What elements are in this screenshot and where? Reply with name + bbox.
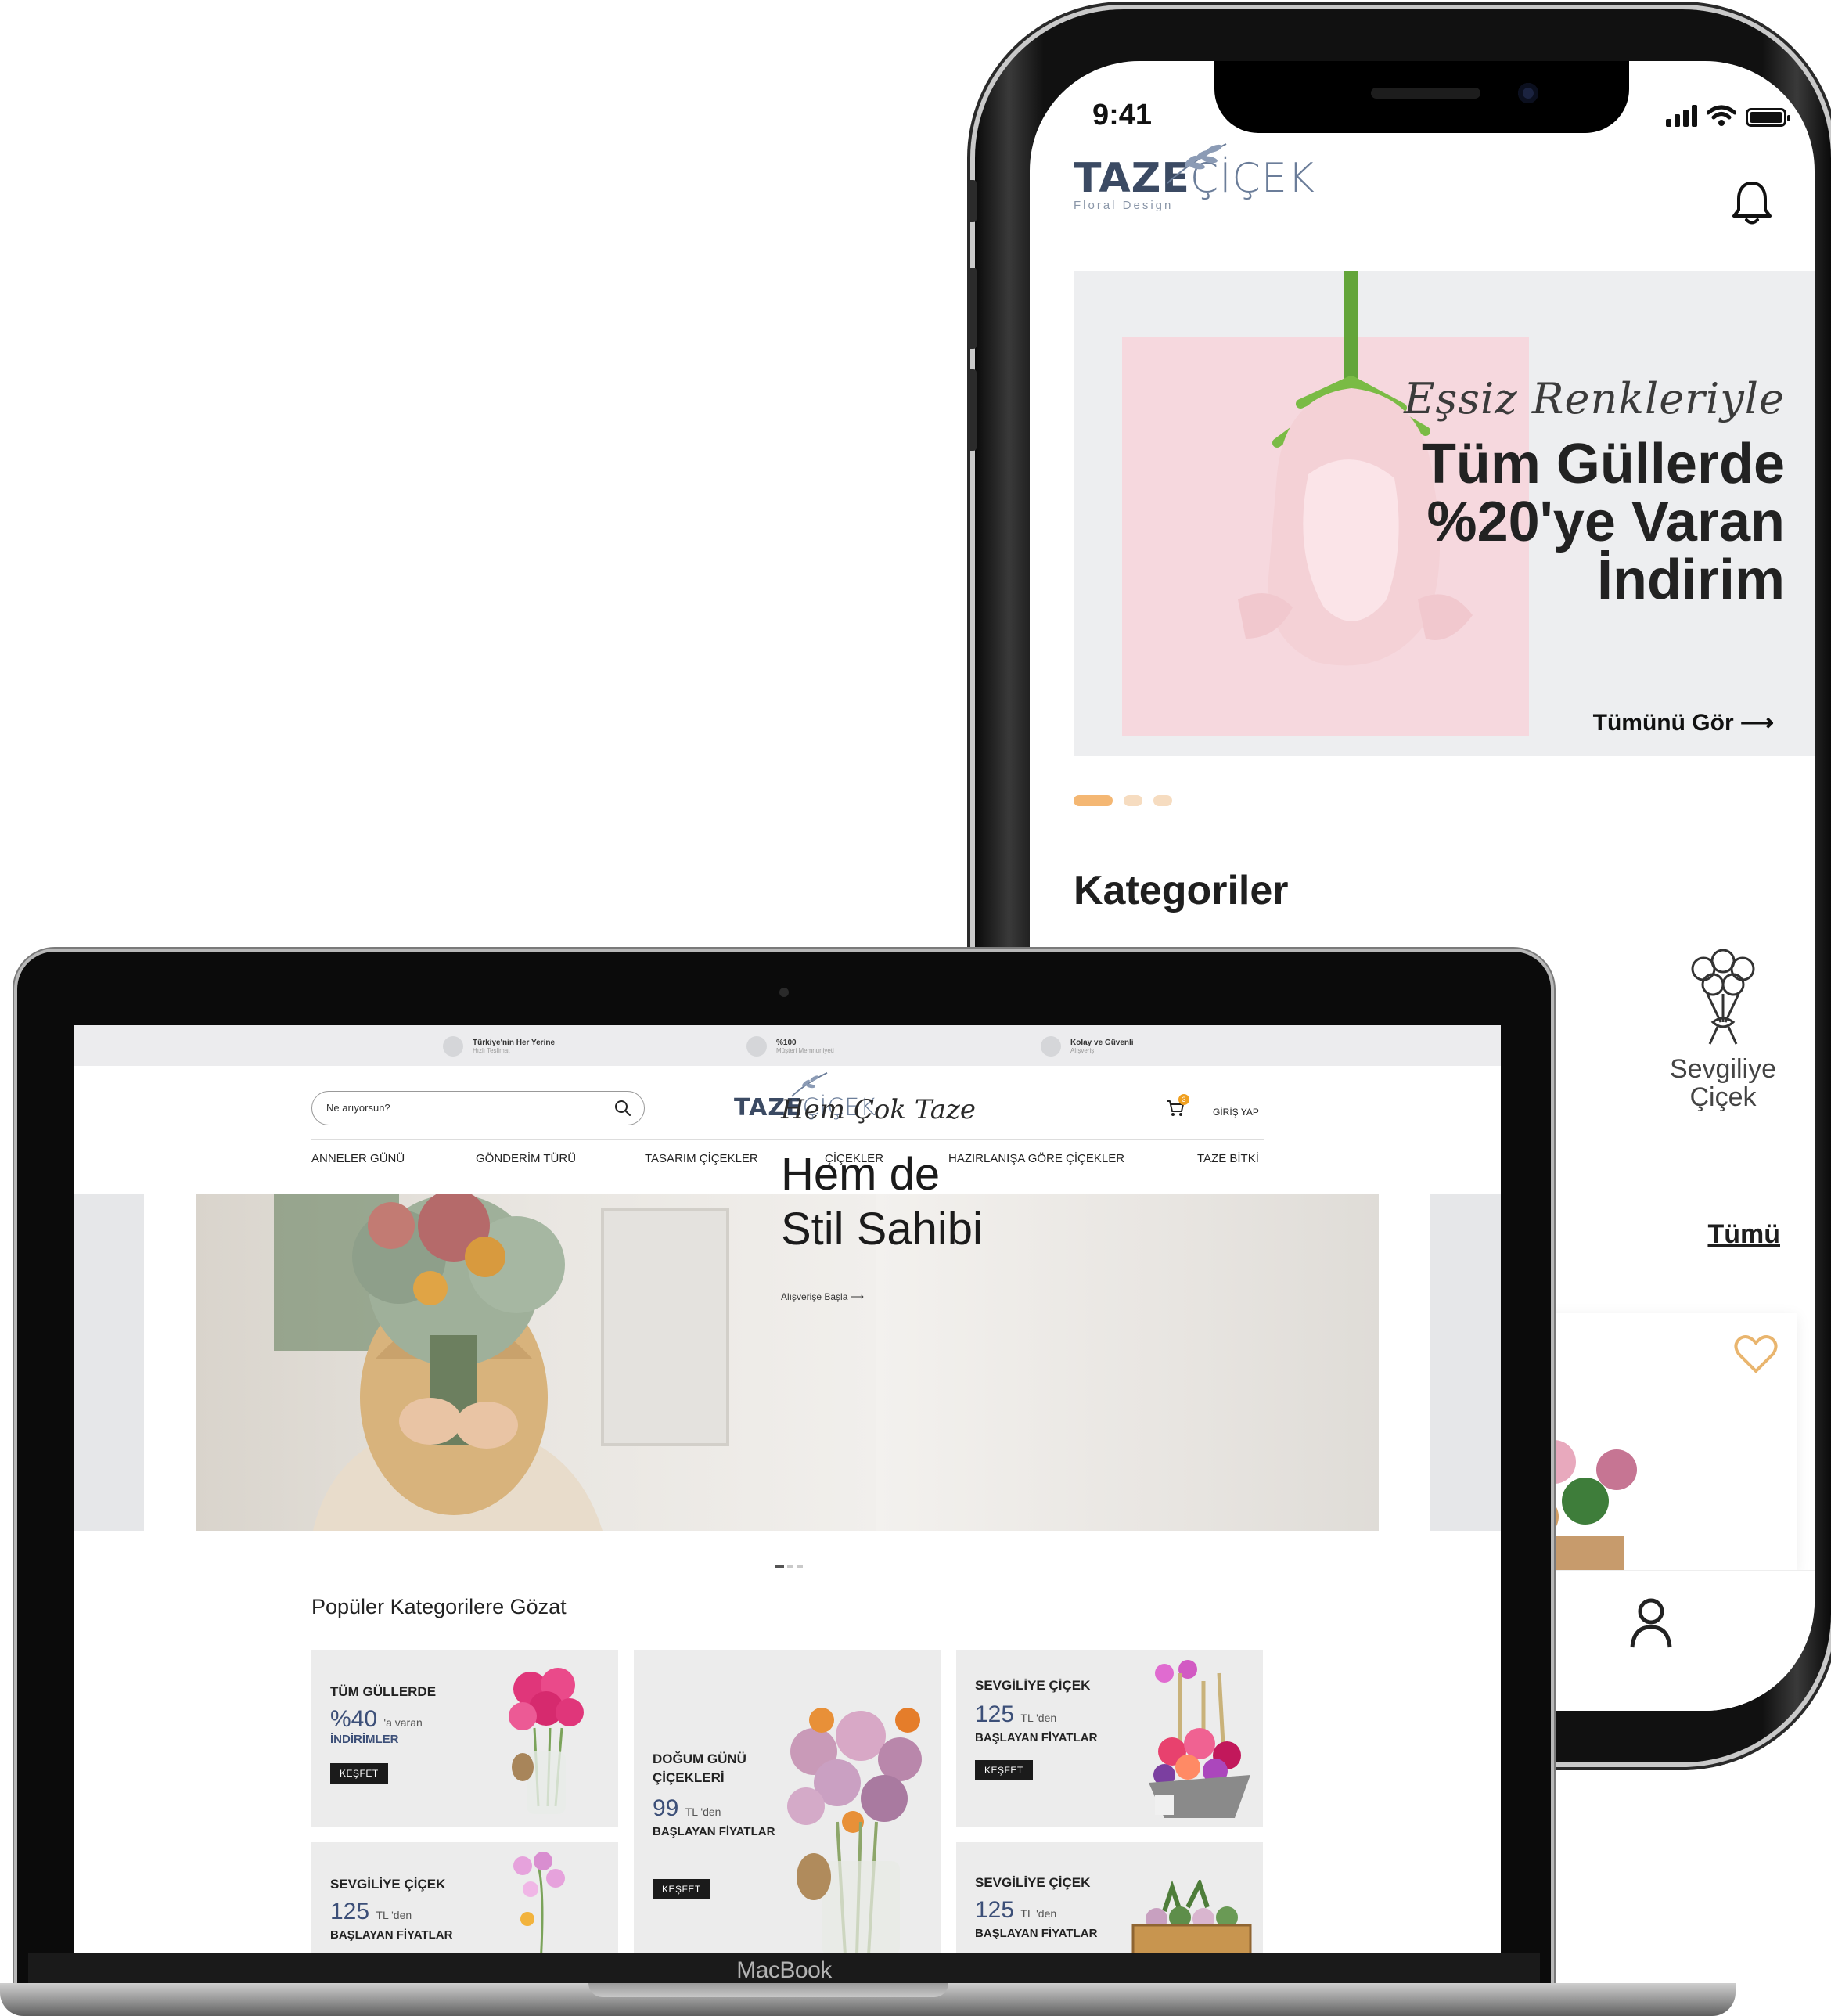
info-secure: Kolay ve Güvenli Alışveriş <box>1041 1036 1134 1057</box>
speaker <box>1371 88 1480 99</box>
bell-icon[interactable] <box>1730 178 1774 225</box>
signal-icon <box>1666 105 1697 127</box>
carousel-dot[interactable] <box>1153 795 1172 806</box>
leaf-logo-icon <box>1167 143 1227 184</box>
pink-roses-image <box>509 1668 584 1814</box>
see-all-link[interactable]: Tümünü Gör ⟶ <box>1593 709 1774 736</box>
front-camera <box>1518 83 1538 103</box>
nav-divider <box>311 1139 1264 1140</box>
carousel-dot-active[interactable] <box>1074 795 1113 806</box>
hero-script-text: Eşsiz Renkleriyle <box>1404 374 1785 423</box>
info-delivery: Türkiye'nin Her Yerine Hızlı Teslimat <box>443 1036 555 1057</box>
laptop-camera <box>779 988 789 997</box>
prev-slide-peek[interactable] <box>74 1194 144 1531</box>
nav-item-taze-bitki[interactable]: TAZE BİTKİ <box>1197 1152 1259 1165</box>
truck-icon <box>443 1036 463 1057</box>
popular-categories-title: Popüler Kategorilere Gözat <box>311 1595 567 1618</box>
nav-item-tasarim-cicekler[interactable]: TASARIM ÇİÇEKLER <box>645 1152 758 1165</box>
nav-item-gonderim-turu[interactable]: GÖNDERİM TÜRÜ <box>476 1152 576 1165</box>
search-icon[interactable] <box>614 1100 631 1117</box>
phone-volume-up <box>967 268 977 349</box>
discover-button[interactable]: KEŞFET <box>653 1879 710 1899</box>
laptop-base <box>0 1983 1736 2016</box>
info-topbar: Türkiye'nin Her Yerine Hızlı Teslimat %10… <box>74 1025 1501 1066</box>
search-placeholder: Ne arıyorsun? <box>326 1102 390 1114</box>
phone-notch <box>1214 61 1629 133</box>
phone-logo[interactable]: TAZEÇİÇEK Floral Design <box>1074 143 1315 212</box>
category-tile-sevgiliye-1[interactable]: SEVGİLİYE ÇİÇEK 125 TL 'den BAŞLAYAN FİY… <box>956 1650 1263 1827</box>
battery-icon <box>1746 108 1790 127</box>
badge-icon <box>746 1036 767 1057</box>
phone-hero-banner[interactable]: Eşsiz Renkleriyle Tüm Güllerde %20'ye Va… <box>1074 271 1815 756</box>
category-tile-sevgiliye-3[interactable]: SEVGİLİYE ÇİÇEK 125 TL 'den BAŞLAYAN FİY… <box>956 1842 1263 1953</box>
hero-photo <box>196 1194 876 1531</box>
discover-button[interactable]: KEŞFET <box>330 1763 388 1784</box>
cart-button[interactable]: 3 <box>1166 1094 1189 1121</box>
laptop-brand-label: MacBook <box>736 1957 832 1983</box>
laptop-brand-strip: MacBook <box>28 1953 1540 1985</box>
status-icons <box>1666 105 1790 127</box>
category-tile-sevgiliye-2[interactable]: SEVGİLİYE ÇİÇEK 125 TL 'den BAŞLAYAN FİY… <box>311 1842 618 1953</box>
laptop-mockup: Türkiye'nin Her Yerine Hızlı Teslimat %10… <box>0 952 1736 2016</box>
hero-woman-bouquet-image <box>274 1194 729 1531</box>
shield-icon <box>1041 1036 1061 1057</box>
cart-count-badge: 3 <box>1178 1094 1189 1105</box>
hero-title: Tüm Güllerde %20'ye Varan İndirim <box>1421 433 1785 611</box>
carousel-dot[interactable] <box>797 1565 803 1568</box>
login-button[interactable]: GİRİŞ YAP <box>1213 1107 1259 1118</box>
status-time: 9:41 <box>1092 99 1153 131</box>
carousel-dot-active[interactable] <box>775 1565 784 1568</box>
phone-silent-switch <box>967 180 977 222</box>
category-item-sevgiliye[interactable]: Sevgiliye Çiçek <box>1645 945 1801 1111</box>
info-satisfaction: %100 Müşteri Memnuniyeti <box>746 1036 834 1057</box>
category-tile-tum-gullerde[interactable]: TÜM GÜLLERDE %40 'a varan İNDİRİMLER KEŞ… <box>311 1650 618 1827</box>
birthday-bouquet-image <box>787 1708 922 1953</box>
wifi-icon <box>1707 105 1736 126</box>
next-slide-peek[interactable] <box>1430 1194 1501 1531</box>
start-shopping-link[interactable]: Alışverişe Başla ⟶ <box>781 1291 864 1302</box>
website-screen: Türkiye'nin Her Yerine Hızlı Teslimat %10… <box>74 1025 1501 1953</box>
categories-title: Kategoriler <box>1074 868 1289 913</box>
phone-volume-down <box>967 369 977 451</box>
carousel-dot[interactable] <box>787 1565 793 1568</box>
nav-item-anneler-gunu[interactable]: ANNELER GÜNÜ <box>311 1152 405 1165</box>
arrow-right-icon: ⟶ <box>850 1291 864 1302</box>
leaf-logo-icon <box>791 1071 828 1097</box>
orchid-image <box>513 1852 565 1953</box>
category-tile-dogum-gunu[interactable]: DOĞUM GÜNÜ ÇİÇEKLERİ 99 TL 'den BAŞLAYAN… <box>634 1650 941 1953</box>
discover-button[interactable]: KEŞFET <box>975 1760 1033 1780</box>
valentine-arrangement-image <box>1149 1660 1250 1818</box>
carousel-dots[interactable] <box>775 1565 803 1568</box>
bouquet-icon <box>1691 949 1755 1045</box>
hero-title: Hem de Stil Sahibi <box>781 1149 983 1255</box>
arrow-right-icon: ⟶ <box>1739 710 1774 736</box>
carousel-dot[interactable] <box>1124 795 1142 806</box>
tab-profile-user-icon[interactable] <box>1629 1597 1673 1649</box>
hero-script-text: Hem Çok Taze <box>781 1094 977 1125</box>
carousel-dots[interactable] <box>1074 795 1172 806</box>
succulent-box-image <box>1131 1880 1252 1953</box>
laptop-opening-notch <box>588 1983 948 1997</box>
search-input[interactable]: Ne arıyorsun? <box>311 1091 645 1125</box>
heart-outline-icon[interactable] <box>1734 1334 1778 1374</box>
see-all-categories-link[interactable]: Tümü <box>1707 1219 1780 1250</box>
